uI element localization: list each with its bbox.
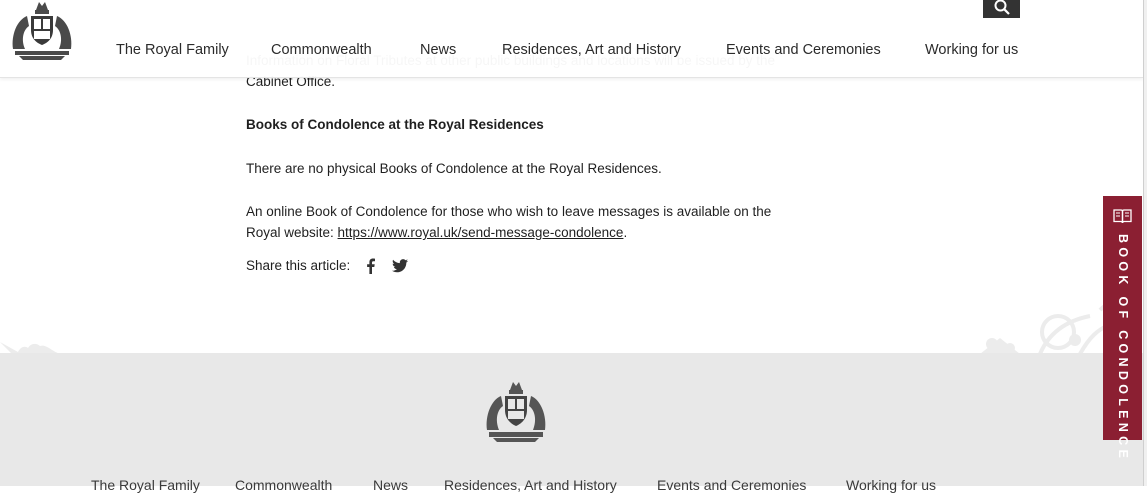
nav-commonwealth[interactable]: Commonwealth [271,42,372,58]
book-of-condolence-label: BOOK OF CONDOLENCE [1116,234,1130,463]
floral-decoration-left [0,342,60,354]
book-of-condolence-tab[interactable]: BOOK OF CONDOLENCE [1103,196,1142,462]
share-label: Share this article: [246,258,351,273]
site-header: The Royal Family Commonwealth News Resid… [0,0,1143,78]
nav-working[interactable]: Working for us [925,42,1018,58]
twitter-icon[interactable] [390,256,410,276]
condolence-heading: Books of Condolence at the Royal Residen… [246,117,544,132]
footer-nav-working[interactable]: Working for us [846,477,936,493]
page-scrollbar[interactable] [1143,0,1147,486]
footer-nav-commonwealth[interactable]: Commonwealth [235,477,332,493]
no-books-paragraph: There are no physical Books of Condolenc… [246,161,662,176]
facebook-icon[interactable] [360,256,380,276]
footer-nav-royal-family[interactable]: The Royal Family [91,477,200,493]
book-icon [1113,209,1132,224]
nav-royal-family[interactable]: The Royal Family [116,42,229,58]
nav-events[interactable]: Events and Ceremonies [726,42,881,58]
nav-residences[interactable]: Residences, Art and History [502,42,681,58]
site-footer: The Royal Family Commonwealth News Resid… [0,353,1143,493]
online-book-paragraph: An online Book of Condolence for those w… [246,201,786,243]
footer-nav-news[interactable]: News [373,477,408,493]
online-book-end: . [623,225,628,240]
royal-coat-of-arms-icon[interactable] [483,380,549,442]
share-bar: Share this article: [246,255,410,276]
footer-nav-residences[interactable]: Residences, Art and History [444,477,617,493]
search-button[interactable] [983,0,1020,18]
condolence-link[interactable]: https://www.royal.uk/send-message-condol… [338,225,624,240]
royal-coat-of-arms-icon[interactable] [10,1,74,61]
nav-news[interactable]: News [420,42,456,58]
footer-nav-events[interactable]: Events and Ceremonies [657,477,806,493]
search-icon [994,0,1010,15]
